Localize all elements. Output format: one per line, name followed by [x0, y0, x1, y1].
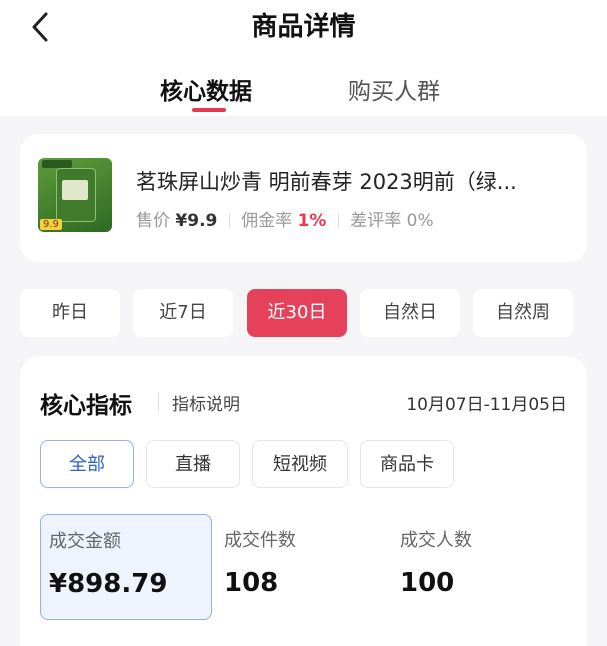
tab-core-data[interactable]: 核心数据	[160, 72, 252, 106]
period-30-days[interactable]: 近30日	[247, 289, 347, 337]
commission-label: 佣金率	[241, 211, 293, 231]
tab-buyer-profile[interactable]: 购买人群	[348, 72, 440, 106]
top-bar: 商品详情 核心数据 购买人群	[0, 0, 607, 116]
active-tab-indicator	[192, 108, 226, 112]
meta-divider	[337, 214, 339, 228]
product-meta: 售价 ¥9.9 佣金率 1% 差评率 0%	[136, 206, 434, 231]
product-card[interactable]: 9.9 茗珠屏山炒青 明前春芽 2023明前（绿... 售价 ¥9.9 佣金率 …	[20, 134, 587, 262]
date-range: 10月07日-11月05日	[406, 395, 567, 415]
metric-value: 108	[224, 568, 279, 598]
price-value: ¥9.9	[175, 211, 218, 231]
bad-review-value: 0%	[406, 211, 434, 231]
metrics-help-link[interactable]: 指标说明	[172, 390, 240, 415]
price-label: 售价	[136, 211, 170, 231]
section-title: 核心指标	[40, 393, 132, 419]
metric-items-sold[interactable]: 成交件数 108	[216, 514, 388, 620]
core-metrics-card: 核心指标 指标说明 10月07日-11月05日 全部 直播 短视频 商品卡 成交…	[20, 356, 587, 646]
commission-value: 1%	[297, 211, 327, 231]
metric-value: ¥898.79	[49, 569, 168, 599]
channel-product-card[interactable]: 商品卡	[360, 440, 454, 488]
channel-live[interactable]: 直播	[146, 440, 240, 488]
period-7-days[interactable]: 近7日	[133, 289, 233, 337]
period-yesterday[interactable]: 昨日	[20, 289, 120, 337]
product-name: 茗珠屏山炒青 明前春芽 2023明前（绿...	[136, 170, 517, 194]
meta-divider	[228, 214, 230, 228]
product-thumbnail[interactable]: 9.9	[38, 158, 112, 232]
title-divider	[158, 393, 159, 411]
metric-label: 成交人数	[400, 530, 472, 551]
bad-review-label: 差评率	[350, 211, 402, 231]
page-title: 商品详情	[251, 12, 356, 42]
thumbnail-price-tag: 9.9	[40, 219, 62, 230]
metric-label: 成交件数	[224, 530, 296, 551]
period-natural-day[interactable]: 自然日	[360, 289, 460, 337]
channel-short-video[interactable]: 短视频	[252, 440, 348, 488]
metric-gmv[interactable]: 成交金额 ¥898.79	[40, 514, 212, 620]
metric-buyers[interactable]: 成交人数 100	[392, 514, 564, 620]
metric-label: 成交金额	[49, 531, 121, 552]
period-natural-week[interactable]: 自然周	[473, 289, 573, 337]
metric-value: 100	[400, 568, 455, 598]
channel-all[interactable]: 全部	[40, 440, 134, 488]
